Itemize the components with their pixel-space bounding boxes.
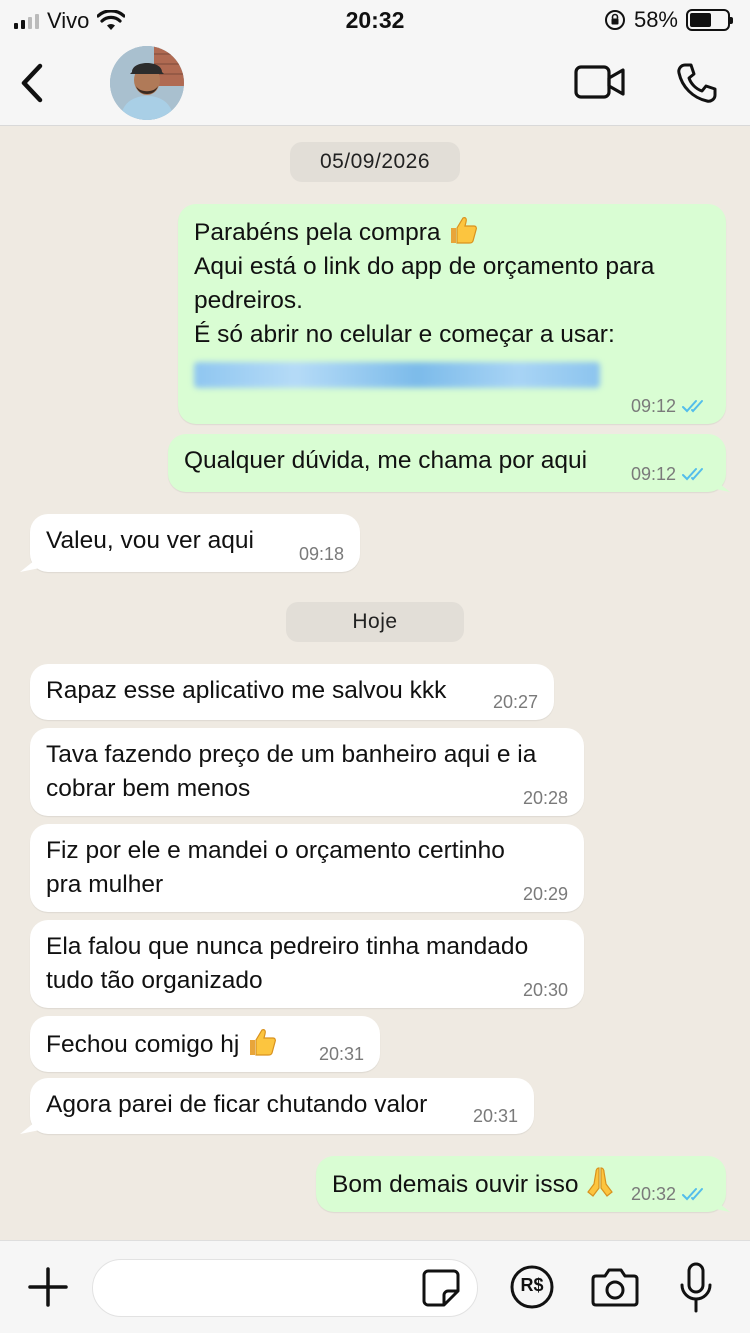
message-meta: 20:28	[523, 788, 568, 808]
message-line: cobrar bem menos	[46, 775, 251, 802]
chevron-left-icon	[21, 63, 43, 103]
message-line: pedreiros.	[194, 287, 303, 314]
message-list[interactable]: 05/09/2026 Parabéns pela compra Aqui est…	[0, 126, 750, 1240]
message-meta: 09:12	[631, 464, 710, 484]
date-chip: Hoje	[286, 602, 464, 642]
message-meta: 09:12	[631, 396, 710, 416]
sticker-icon	[422, 1269, 460, 1307]
date-chip: 05/09/2026	[290, 142, 460, 182]
phone-icon	[677, 63, 717, 103]
incoming-message[interactable]: Ela falou que nunca pedreiro tinha manda…	[30, 920, 584, 1008]
video-call-button[interactable]	[574, 64, 626, 100]
message-line: Ela falou que nunca pedreiro tinha manda…	[46, 933, 529, 960]
message-time: 20:28	[522, 788, 568, 808]
message-meta: 20:32	[631, 1184, 710, 1204]
bubble-tail	[20, 556, 40, 572]
chat-header	[0, 40, 750, 126]
video-camera-icon	[574, 65, 625, 99]
message-line: É só abrir no celular e começar a usar:	[194, 321, 615, 348]
read-ticks-icon	[682, 1188, 703, 1201]
contact-avatar[interactable]	[110, 46, 184, 120]
message-meta: 20:31	[319, 1044, 364, 1064]
message-time: 20:27	[492, 692, 538, 712]
incoming-message[interactable]: Tava fazendo preço de um banheiro aqui e…	[30, 728, 584, 816]
back-button[interactable]	[14, 60, 50, 106]
incoming-message[interactable]: Valeu, vou ver aqui 09:18	[30, 514, 360, 572]
bubble-tail	[20, 1118, 40, 1134]
message-text: Parabéns pela compra Aqui está o link do…	[194, 214, 710, 388]
message-line: Tava fazendo preço de um banheiro aqui e…	[46, 741, 537, 768]
message-time: 20:29	[522, 884, 568, 904]
bubble-tail	[710, 476, 730, 492]
message-meta: 09:18	[299, 544, 344, 564]
message-time: 09:18	[298, 544, 344, 564]
message-text: Bom demais ouvir isso	[332, 1171, 579, 1198]
outgoing-message[interactable]: Qualquer dúvida, me chama por aqui 09:12	[168, 434, 726, 492]
outgoing-message[interactable]: Bom demais ouvir isso 20:32	[316, 1156, 726, 1212]
message-text: Fechou comigo hj	[46, 1031, 240, 1058]
message-line: Fiz por ele e mandei o orçamento certinh…	[46, 837, 505, 864]
microphone-icon	[680, 1262, 712, 1313]
message-text: Qualquer dúvida, me chama por aqui	[184, 447, 588, 474]
read-ticks-icon	[682, 400, 703, 413]
message-time: 20:31	[472, 1106, 518, 1126]
message-text: Valeu, vou ver aqui	[46, 527, 254, 554]
thumbs-up-icon	[447, 214, 479, 246]
orientation-lock-icon	[604, 9, 626, 31]
status-bar: Vivo 20:32 58%	[0, 0, 750, 40]
payment-label: R$	[520, 1275, 544, 1295]
message-meta: 20:30	[523, 980, 568, 1000]
message-time: 09:12	[630, 464, 676, 484]
message-meta: 20:29	[523, 884, 568, 904]
bubble-tail	[710, 1196, 730, 1212]
status-right-group: 58%	[604, 7, 733, 33]
read-ticks-icon	[682, 468, 703, 481]
message-time: 20:30	[522, 980, 568, 1000]
praying-hands-icon	[585, 1166, 615, 1198]
battery-fill	[690, 13, 711, 27]
blurred-link[interactable]	[194, 362, 600, 388]
incoming-message[interactable]: Fiz por ele e mandei o orçamento certinh…	[30, 824, 584, 912]
sticker-button[interactable]	[420, 1267, 462, 1309]
composer-bar: R$	[0, 1240, 750, 1333]
message-time: 20:32	[630, 1184, 676, 1204]
battery-percent: 58%	[633, 7, 678, 32]
message-line: pra mulher	[46, 871, 164, 898]
outgoing-message[interactable]: Parabéns pela compra Aqui está o link do…	[178, 204, 726, 424]
battery-icon	[686, 9, 733, 31]
plus-icon	[28, 1267, 68, 1307]
camera-button[interactable]	[590, 1265, 640, 1309]
camera-icon	[591, 1268, 639, 1307]
incoming-message[interactable]: Fechou comigo hj 20:31	[30, 1016, 380, 1072]
message-line: tudo tão organizado	[46, 967, 263, 994]
voice-call-button[interactable]	[676, 62, 718, 104]
message-line: Parabéns pela compra	[194, 219, 441, 246]
message-line: Aqui está o link do app de orçamento par…	[194, 253, 655, 280]
incoming-message[interactable]: Rapaz esse aplicativo me salvou kkk 20:2…	[30, 664, 554, 720]
thumbs-up-icon	[246, 1026, 278, 1058]
message-meta: 20:27	[493, 692, 538, 712]
message-time: 20:31	[318, 1044, 364, 1064]
message-text: Rapaz esse aplicativo me salvou kkk	[46, 677, 447, 704]
microphone-button[interactable]	[678, 1261, 714, 1315]
incoming-message[interactable]: Agora parei de ficar chutando valor 20:3…	[30, 1078, 534, 1134]
attach-button[interactable]	[26, 1265, 70, 1309]
message-time: 09:12	[630, 396, 676, 416]
message-text: Agora parei de ficar chutando valor	[46, 1091, 428, 1118]
message-meta: 20:31	[473, 1106, 518, 1126]
payment-button[interactable]: R$	[508, 1263, 556, 1311]
